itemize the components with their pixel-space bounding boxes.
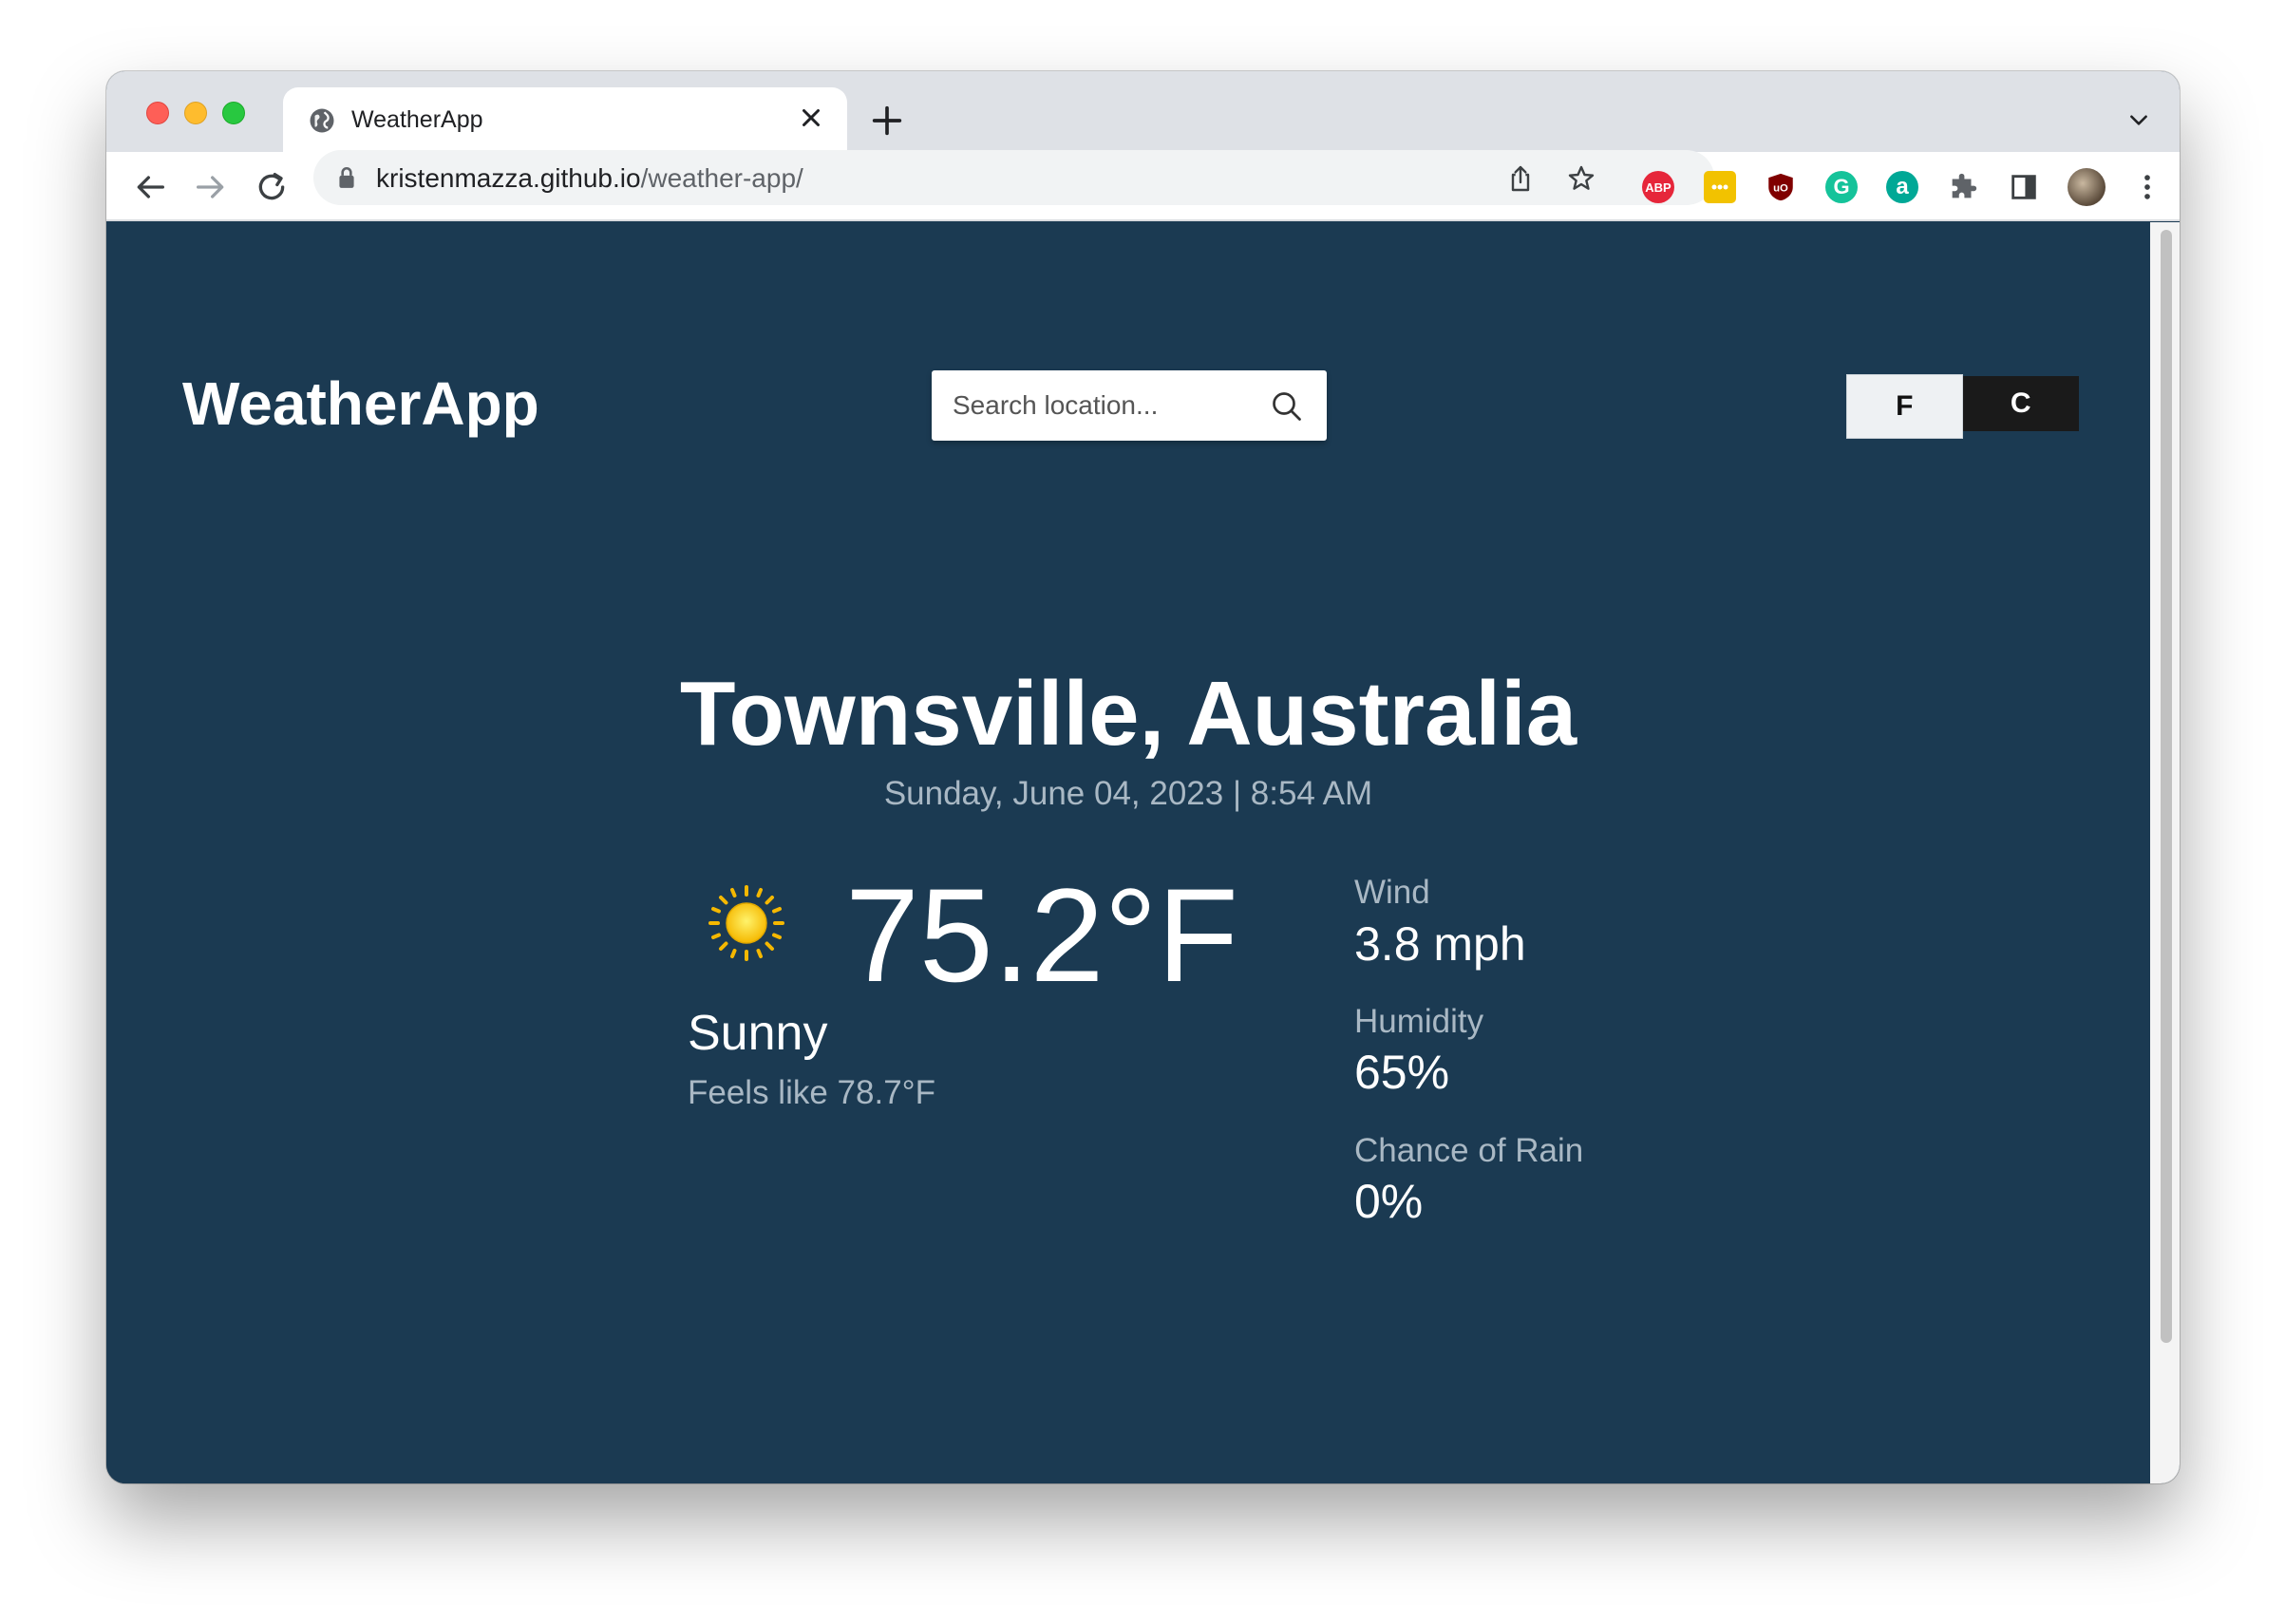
lock-icon[interactable] [336, 165, 357, 190]
current-temperature: 75.2°F [845, 860, 1238, 1010]
wind-value: 3.8 mph [1354, 917, 1526, 971]
browser-window: WeatherApp kristenmazza.github.io/weathe… [106, 71, 2180, 1483]
humidity-value: 65% [1354, 1046, 1450, 1099]
tab-title: WeatherApp [351, 106, 483, 133]
weather-page: WeatherApp F C Townsville, Australia Sun… [106, 222, 2150, 1483]
location-title: Townsville, Australia [679, 663, 1577, 765]
chevron-down-icon[interactable] [2126, 107, 2151, 132]
url-text[interactable]: kristenmazza.github.io/weather-app/ [376, 163, 803, 194]
minimize-window-button[interactable] [184, 102, 207, 124]
back-icon[interactable] [131, 168, 169, 206]
search-input[interactable] [932, 370, 1255, 441]
extensions-puzzle-icon[interactable] [1947, 171, 1979, 203]
ublock-icon[interactable]: uO [1765, 171, 1797, 203]
scrollbar-thumb[interactable] [2161, 230, 2172, 1343]
app-brand[interactable]: WeatherApp [182, 368, 539, 439]
feels-like: Feels like 78.7°F [688, 1074, 936, 1111]
unit-toggle: F C [1846, 374, 2079, 439]
globe-icon [310, 108, 334, 133]
rain-chance-value: 0% [1354, 1175, 1424, 1228]
humidity-label: Humidity [1354, 1003, 1484, 1040]
celsius-button[interactable]: C [1962, 376, 2079, 431]
adblock-icon[interactable]: ABP [1642, 171, 1674, 203]
reload-icon[interactable] [253, 168, 291, 206]
weather-condition: Sunny [688, 1006, 828, 1061]
close-window-button[interactable] [146, 102, 169, 124]
bookmark-star-icon[interactable] [1566, 163, 1596, 194]
svg-text:uO: uO [1773, 182, 1788, 194]
extension-a-icon[interactable]: a [1886, 171, 1918, 203]
notes-extension-icon[interactable] [1704, 171, 1736, 203]
url-path: /weather-app/ [640, 163, 803, 193]
forward-icon[interactable] [192, 168, 230, 206]
search-icon[interactable] [1270, 389, 1304, 424]
menu-kebab-icon[interactable] [2131, 171, 2163, 203]
side-panel-icon[interactable] [2008, 171, 2040, 203]
share-icon[interactable] [1505, 163, 1536, 194]
address-bar[interactable]: kristenmazza.github.io/weather-app/ [313, 150, 1714, 205]
tab-weatherapp[interactable]: WeatherApp [283, 87, 847, 152]
fahrenheit-button[interactable]: F [1846, 374, 1963, 439]
new-tab-icon[interactable] [868, 102, 906, 140]
sun-icon [708, 885, 784, 961]
scrollbar[interactable] [2150, 222, 2180, 1483]
maximize-window-button[interactable] [222, 102, 245, 124]
grammarly-icon[interactable]: G [1825, 171, 1858, 203]
date-time: Sunday, June 04, 2023 | 8:54 AM [883, 775, 1373, 812]
close-tab-icon[interactable] [794, 101, 828, 135]
rain-chance-label: Chance of Rain [1354, 1132, 1584, 1169]
tab-strip: WeatherApp [106, 71, 2180, 152]
profile-avatar[interactable] [2068, 168, 2106, 206]
search-box [932, 370, 1327, 441]
url-host: kristenmazza.github.io [376, 163, 641, 193]
wind-label: Wind [1354, 874, 1430, 911]
